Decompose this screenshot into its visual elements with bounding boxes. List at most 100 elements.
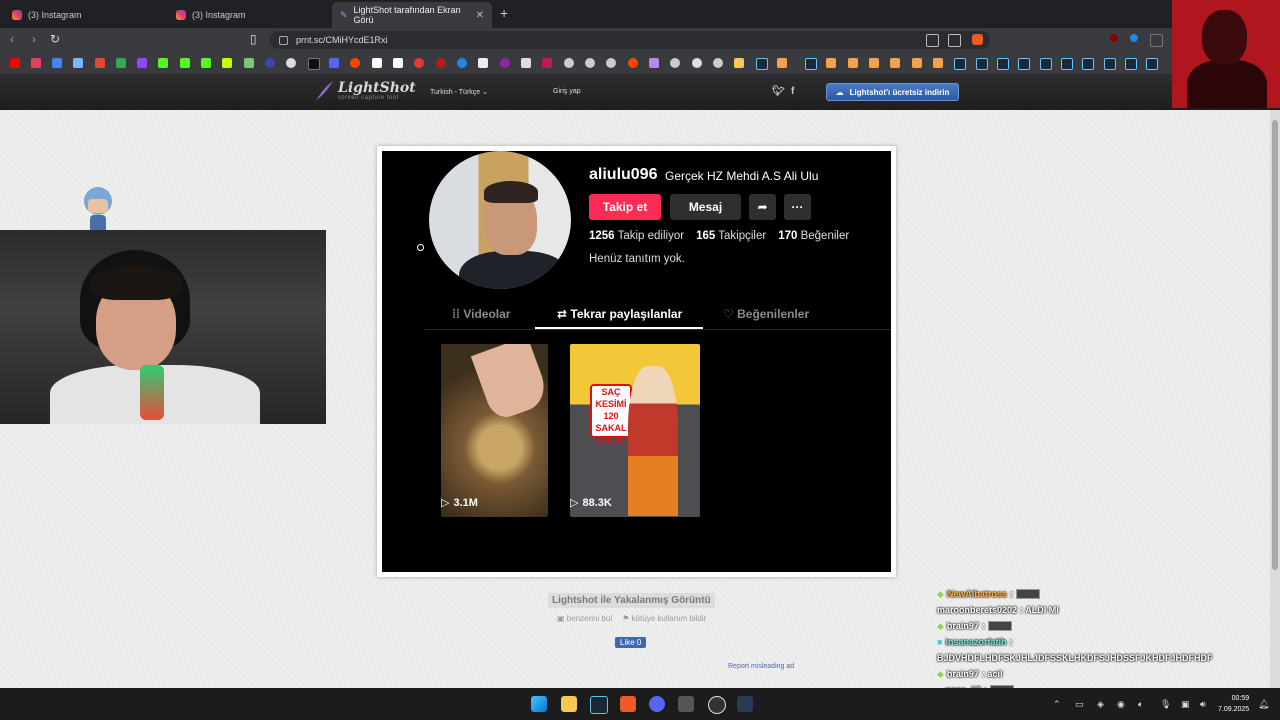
steam-bookmark-icon[interactable]	[1125, 58, 1137, 70]
app-icon[interactable]	[737, 696, 753, 712]
steam-tray-icon[interactable]: ◉	[1117, 699, 1125, 710]
bookmark-icon[interactable]	[436, 58, 446, 68]
steam-bookmark-icon[interactable]	[1040, 58, 1052, 70]
share-icon[interactable]	[948, 34, 961, 47]
start-icon[interactable]	[531, 696, 547, 712]
drive-bookmark-icon[interactable]	[116, 58, 126, 68]
bookmark-icon[interactable]	[286, 58, 296, 68]
lightshot-bookmark-icon[interactable]	[649, 58, 659, 68]
bookmark-icon[interactable]	[73, 58, 83, 68]
ublock-icon[interactable]	[1110, 34, 1118, 42]
report-abuse-link[interactable]: ⚑ kötüye kullanım bildir	[622, 614, 706, 623]
reload-icon[interactable]: ↻	[50, 32, 60, 46]
bookmark-icon[interactable]	[933, 58, 943, 68]
x-bookmark-icon[interactable]	[308, 58, 320, 70]
steam-bookmark-icon[interactable]	[1061, 58, 1073, 70]
screenshot-image[interactable]: aliulu096 Gerçek HZ Mehdi A.S Ali Ulu Ta…	[382, 151, 891, 572]
folder-bookmark-icon[interactable]	[734, 58, 744, 68]
report-ad-link[interactable]: Report misleading ad	[728, 663, 794, 670]
facebook-icon[interactable]: f	[791, 86, 794, 97]
bookmark-icon[interactable]	[564, 58, 574, 68]
bookmark-icon[interactable]	[542, 58, 552, 68]
bookmark-icon[interactable]	[52, 58, 62, 68]
url-field[interactable]: prnt.sc/CMiHYcdE1Rxi	[270, 31, 990, 49]
file-explorer-icon[interactable]	[561, 696, 577, 712]
close-tab-icon[interactable]: ✕	[476, 10, 484, 21]
bookmark-icon[interactable]	[478, 58, 488, 68]
bookmark-icon[interactable]	[869, 58, 879, 68]
tray-icon[interactable]: ▭	[1075, 699, 1084, 710]
tab-lightshot[interactable]: ✎ LightShot tarafından Ekran Görü ✕	[332, 2, 492, 28]
lightshot-logo[interactable]: LightShot screen capture tool	[314, 80, 416, 102]
bookmark-icon[interactable]	[890, 58, 900, 68]
gmail-bookmark-icon[interactable]	[95, 58, 105, 68]
tray-icon[interactable]: ◈	[1097, 699, 1104, 710]
site-info-icon[interactable]	[279, 36, 288, 45]
extension-icon[interactable]	[1130, 34, 1138, 42]
reddit-bookmark-icon[interactable]	[628, 58, 638, 68]
cast-icon[interactable]	[926, 34, 939, 47]
extension-icon[interactable]	[1150, 34, 1163, 47]
scrollbar-thumb[interactable]	[1272, 120, 1278, 570]
steam-bookmark-icon[interactable]	[976, 58, 988, 70]
volume-icon[interactable]: 🔈︎	[1138, 699, 1143, 710]
kick-bookmark-icon[interactable]	[180, 58, 190, 68]
bookmark-icon[interactable]: ▯	[250, 32, 257, 46]
bookmark-icon[interactable]	[457, 58, 467, 68]
bookmark-icon[interactable]	[414, 58, 424, 68]
steam-bookmark-icon[interactable]	[1018, 58, 1030, 70]
bookmark-icon[interactable]	[912, 58, 922, 68]
steam-bookmark-icon[interactable]	[954, 58, 966, 70]
twitter-icon[interactable]: 🐦︎	[772, 86, 785, 97]
twitch-bookmark-icon[interactable]	[137, 58, 147, 68]
brave-icon[interactable]	[620, 696, 636, 712]
bookmark-icon[interactable]	[222, 58, 232, 68]
bookmark-icon[interactable]	[372, 58, 382, 68]
bookmark-icon[interactable]	[585, 58, 595, 68]
steam-bookmark-icon[interactable]	[1082, 58, 1094, 70]
app-icon[interactable]	[678, 696, 694, 712]
discord-icon[interactable]	[649, 696, 665, 712]
steam-icon[interactable]	[590, 696, 608, 714]
back-icon[interactable]: ‹	[10, 32, 14, 46]
login-link[interactable]: Giriş yap	[553, 88, 581, 95]
bookmark-icon[interactable]	[826, 58, 836, 68]
tab-instagram-1[interactable]: (3) Instagram	[4, 2, 164, 28]
forward-icon[interactable]: ›	[32, 32, 36, 46]
brave-shields-icon[interactable]	[972, 34, 983, 45]
tab-instagram-2[interactable]: (3) Instagram	[168, 2, 328, 28]
bookmark-icon[interactable]	[329, 58, 339, 68]
bookmark-icon[interactable]	[521, 58, 531, 68]
language-selector[interactable]: Turkish - Türkçe ⌄	[430, 88, 488, 96]
network-icon[interactable]: ▣	[1181, 699, 1190, 710]
reddit-bookmark-icon[interactable]	[350, 58, 360, 68]
kick-bookmark-icon[interactable]	[158, 58, 168, 68]
bookmark-icon[interactable]	[244, 58, 254, 68]
steam-bookmark-icon[interactable]	[997, 58, 1009, 70]
bookmark-icon[interactable]	[848, 58, 858, 68]
notifications-icon[interactable]: 🔔︎	[1258, 699, 1269, 710]
bookmark-icon[interactable]	[670, 58, 680, 68]
speaker-icon[interactable]: 🔊︎	[1200, 699, 1206, 710]
page-scrollbar[interactable]	[1270, 110, 1280, 688]
kick-bookmark-icon[interactable]	[201, 58, 211, 68]
bookmark-icon[interactable]	[265, 58, 275, 68]
find-similar-link[interactable]: ▣ benzerini bul	[557, 614, 612, 623]
bookmark-icon[interactable]	[777, 58, 787, 68]
microphone-icon[interactable]: 🎙︎	[1160, 699, 1171, 710]
system-clock[interactable]: 00:59 7.09.2025	[1218, 693, 1249, 715]
amazon-bookmark-icon[interactable]	[393, 58, 403, 68]
steam-bookmark-icon[interactable]	[805, 58, 817, 70]
steam-bookmark-icon[interactable]	[1104, 58, 1116, 70]
bookmark-icon[interactable]	[606, 58, 616, 68]
show-hidden-icons[interactable]: ⌃	[1053, 699, 1061, 710]
download-button[interactable]: ☁ Lightshot'ı ücretsiz indirin	[826, 83, 959, 101]
bookmark-icon[interactable]	[692, 58, 702, 68]
new-tab-button[interactable]: +	[500, 5, 508, 21]
steam-bookmark-icon[interactable]	[1146, 58, 1158, 70]
instagram-bookmark-icon[interactable]	[31, 58, 41, 68]
bookmark-icon[interactable]	[500, 58, 510, 68]
youtube-bookmark-icon[interactable]	[10, 58, 20, 68]
facebook-like-button[interactable]: Like 0	[615, 637, 647, 648]
obs-icon[interactable]	[708, 696, 726, 714]
